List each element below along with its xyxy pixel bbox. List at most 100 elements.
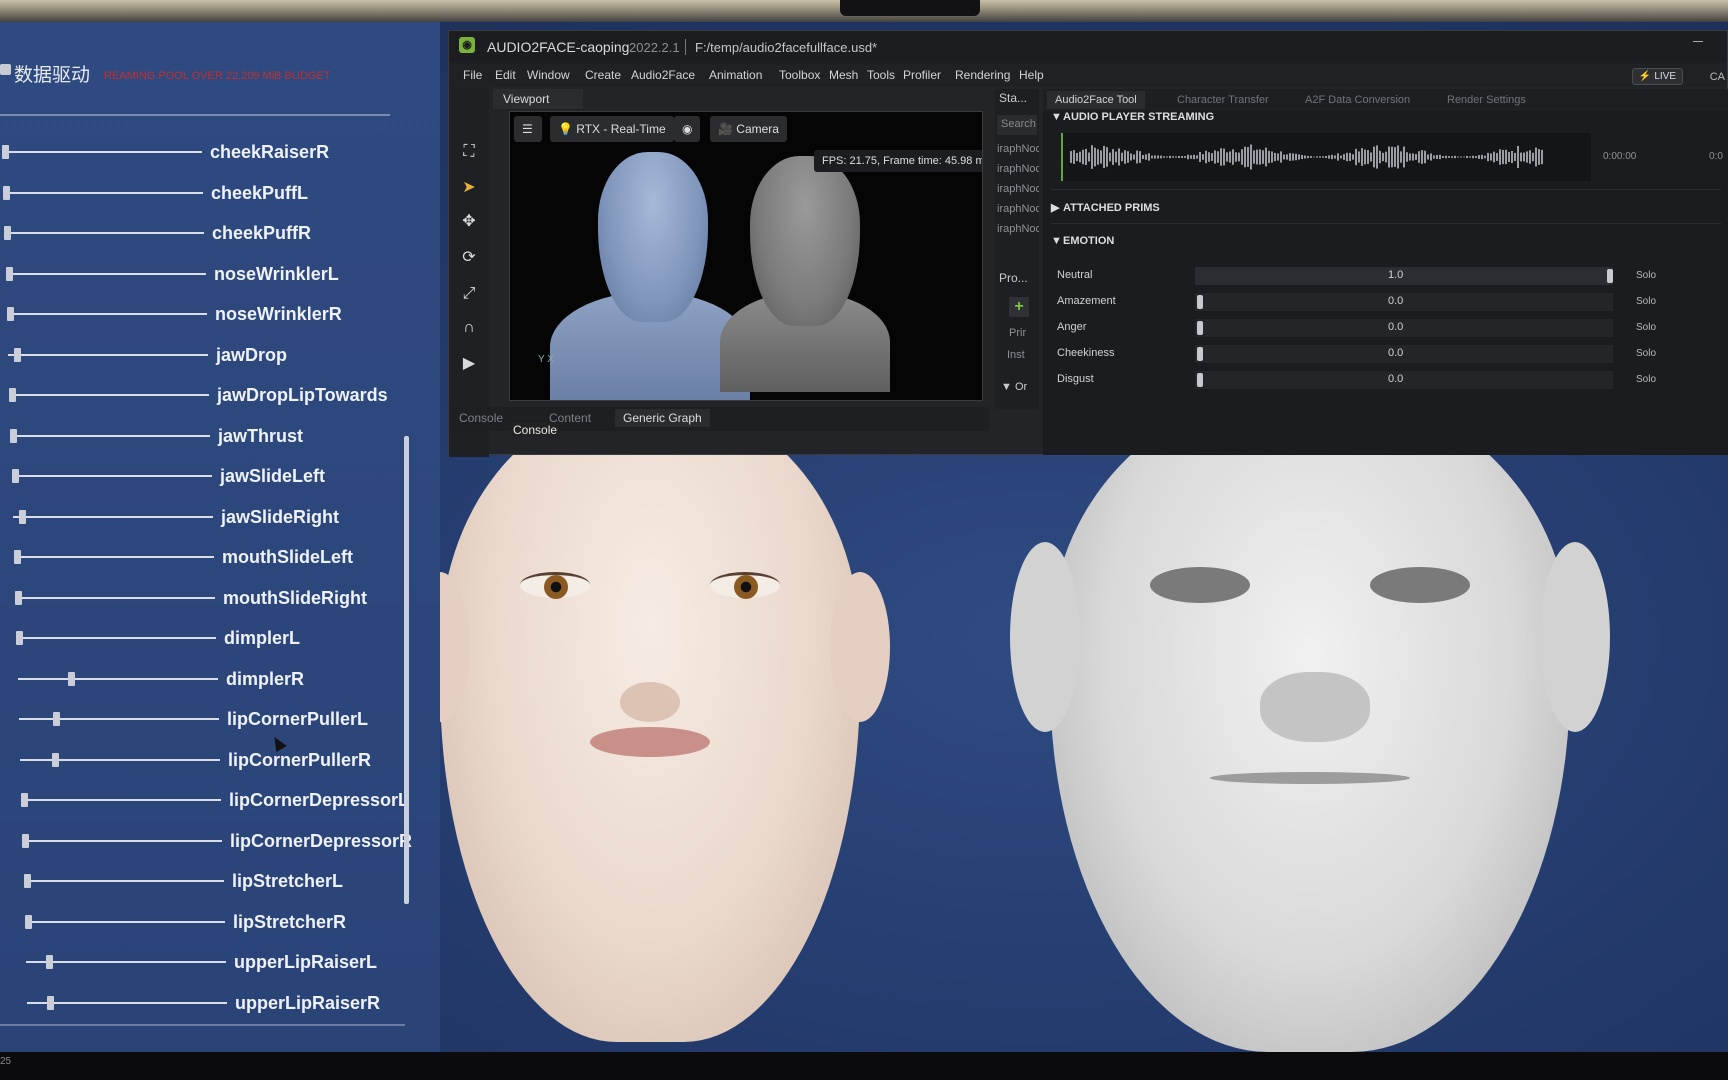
emotion-slider-handle[interactable] xyxy=(1607,269,1613,283)
tab-generic-graph[interactable]: Generic Graph xyxy=(615,409,710,427)
menu-item-toolbox[interactable]: Toolbox xyxy=(779,68,820,82)
slider-handle[interactable] xyxy=(52,752,59,767)
slider-handle[interactable] xyxy=(47,995,54,1010)
data-driven-checkbox[interactable] xyxy=(0,64,11,75)
slider-track[interactable] xyxy=(15,596,215,599)
attached-prims-section[interactable]: ▶ ATTACHED PRIMS xyxy=(1051,201,1160,214)
slider-track[interactable] xyxy=(13,515,213,518)
settings-sliders-icon[interactable]: ☰ xyxy=(514,116,542,142)
slider-handle[interactable] xyxy=(9,388,16,402)
snap-magnet-icon[interactable]: ∩ xyxy=(455,315,483,341)
solo-button[interactable]: Solo xyxy=(1623,319,1669,337)
tab-character-transfer[interactable]: Character Transfer xyxy=(1177,94,1269,106)
viewport[interactable]: ☰ 💡 RTX - Real-Time ◉ 🎥 Camera FPS: 21.7… xyxy=(509,111,983,401)
slider-track[interactable] xyxy=(3,191,203,194)
slider-track[interactable] xyxy=(25,920,225,923)
menu-item-audio2face[interactable]: Audio2Face xyxy=(631,68,695,82)
menu-item-edit[interactable]: Edit xyxy=(495,68,516,82)
emotion-slider[interactable] xyxy=(1195,345,1613,363)
slider-handle[interactable] xyxy=(25,914,32,929)
slider-track[interactable] xyxy=(7,313,207,315)
fit-view-icon[interactable]: ⛶ xyxy=(455,139,483,165)
slider-track[interactable] xyxy=(12,475,212,477)
emotion-slider-handle[interactable] xyxy=(1197,321,1203,335)
slider-track[interactable] xyxy=(8,353,208,356)
slider-track[interactable] xyxy=(14,556,214,558)
menu-item-create[interactable]: Create xyxy=(585,68,621,82)
slider-handle[interactable] xyxy=(53,712,60,726)
slider-handle[interactable] xyxy=(3,185,10,200)
stage-node[interactable]: iraphNoc xyxy=(997,183,1039,195)
menu-item-animation[interactable]: Animation xyxy=(709,68,762,82)
move-icon[interactable]: ✥ xyxy=(455,209,483,235)
slider-handle[interactable] xyxy=(46,955,53,969)
stage-node[interactable]: iraphNoc xyxy=(997,143,1039,155)
slider-track[interactable] xyxy=(19,718,219,720)
menu-item-file[interactable]: File xyxy=(463,68,482,82)
slider-track[interactable] xyxy=(2,151,202,153)
menu-item-window[interactable]: Window xyxy=(527,68,570,82)
slider-handle[interactable] xyxy=(16,631,23,645)
menu-item-help[interactable]: Help xyxy=(1019,68,1044,82)
emotion-slider[interactable] xyxy=(1195,293,1613,311)
slider-handle[interactable] xyxy=(12,469,19,483)
stage-node[interactable]: iraphNoc xyxy=(997,163,1039,175)
slider-handle[interactable] xyxy=(4,226,11,240)
stage-header[interactable]: Sta... xyxy=(999,91,1027,105)
stage-search-input[interactable]: Search xyxy=(997,115,1037,135)
eye-icon[interactable]: ◉ xyxy=(674,116,700,142)
emotion-slider[interactable] xyxy=(1195,319,1613,337)
renderer-button[interactable]: 💡 RTX - Real-Time xyxy=(550,116,674,142)
stage-node[interactable]: iraphNoc xyxy=(997,203,1039,215)
scrollbar[interactable] xyxy=(404,436,409,904)
select-arrow-icon[interactable]: ➤ xyxy=(455,175,483,201)
slider-track[interactable] xyxy=(18,677,218,680)
tab-viewport[interactable]: Viewport xyxy=(493,89,583,109)
slider-track[interactable] xyxy=(4,232,204,234)
emotion-slider-handle[interactable] xyxy=(1197,295,1203,309)
stage-node[interactable]: iraphNoc xyxy=(997,223,1039,235)
slider-handle[interactable] xyxy=(7,307,14,321)
camera-menu-label[interactable]: CA xyxy=(1710,71,1725,83)
menu-item-rendering[interactable]: Rendering xyxy=(955,68,1010,82)
tab-render-settings[interactable]: Render Settings xyxy=(1447,94,1526,106)
emotion-slider[interactable] xyxy=(1195,371,1613,389)
minimize-button[interactable] xyxy=(1693,41,1703,42)
emotion-slider[interactable] xyxy=(1195,267,1613,285)
slider-handle[interactable] xyxy=(14,550,21,564)
slider-track[interactable] xyxy=(26,961,226,963)
slider-handle[interactable] xyxy=(6,266,13,281)
slider-track[interactable] xyxy=(20,758,220,761)
slider-track[interactable] xyxy=(24,880,224,882)
emotion-slider-handle[interactable] xyxy=(1197,347,1203,361)
slider-track[interactable] xyxy=(10,434,210,437)
solo-button[interactable]: Solo xyxy=(1623,267,1669,285)
slider-handle[interactable] xyxy=(22,833,29,848)
slider-handle[interactable] xyxy=(68,671,75,686)
slider-handle[interactable] xyxy=(10,428,17,443)
slider-handle[interactable] xyxy=(15,590,22,605)
solo-button[interactable]: Solo xyxy=(1623,371,1669,389)
property-header[interactable]: Pro... xyxy=(999,271,1028,285)
slider-track[interactable] xyxy=(6,272,206,275)
audio-waveform[interactable] xyxy=(1061,133,1591,181)
tab-audio2face-tool[interactable]: Audio2Face Tool xyxy=(1047,91,1145,109)
slider-handle[interactable] xyxy=(24,874,31,888)
emotion-slider-handle[interactable] xyxy=(1197,373,1203,387)
slider-handle[interactable] xyxy=(14,347,21,362)
live-button[interactable]: ⚡ LIVE xyxy=(1631,68,1683,85)
slider-track[interactable] xyxy=(27,1001,227,1004)
slider-track[interactable] xyxy=(21,799,221,801)
solo-button[interactable]: Solo xyxy=(1623,293,1669,311)
slider-track[interactable] xyxy=(22,839,222,842)
or-section[interactable]: ▼ Or xyxy=(1001,381,1027,393)
menu-item-profiler[interactable]: Profiler xyxy=(903,68,941,82)
rotate-icon[interactable]: ⟳ xyxy=(455,245,483,271)
slider-handle[interactable] xyxy=(19,509,26,524)
slider-handle[interactable] xyxy=(2,145,9,159)
menu-item-tools[interactable]: Tools xyxy=(867,68,895,82)
tab-a2f-data-conversion[interactable]: A2F Data Conversion xyxy=(1305,94,1410,106)
emotion-section[interactable]: ▼EMOTION xyxy=(1051,235,1114,247)
audio-player-section[interactable]: ▼AUDIO PLAYER STREAMING xyxy=(1051,111,1214,123)
slider-handle[interactable] xyxy=(21,793,28,807)
